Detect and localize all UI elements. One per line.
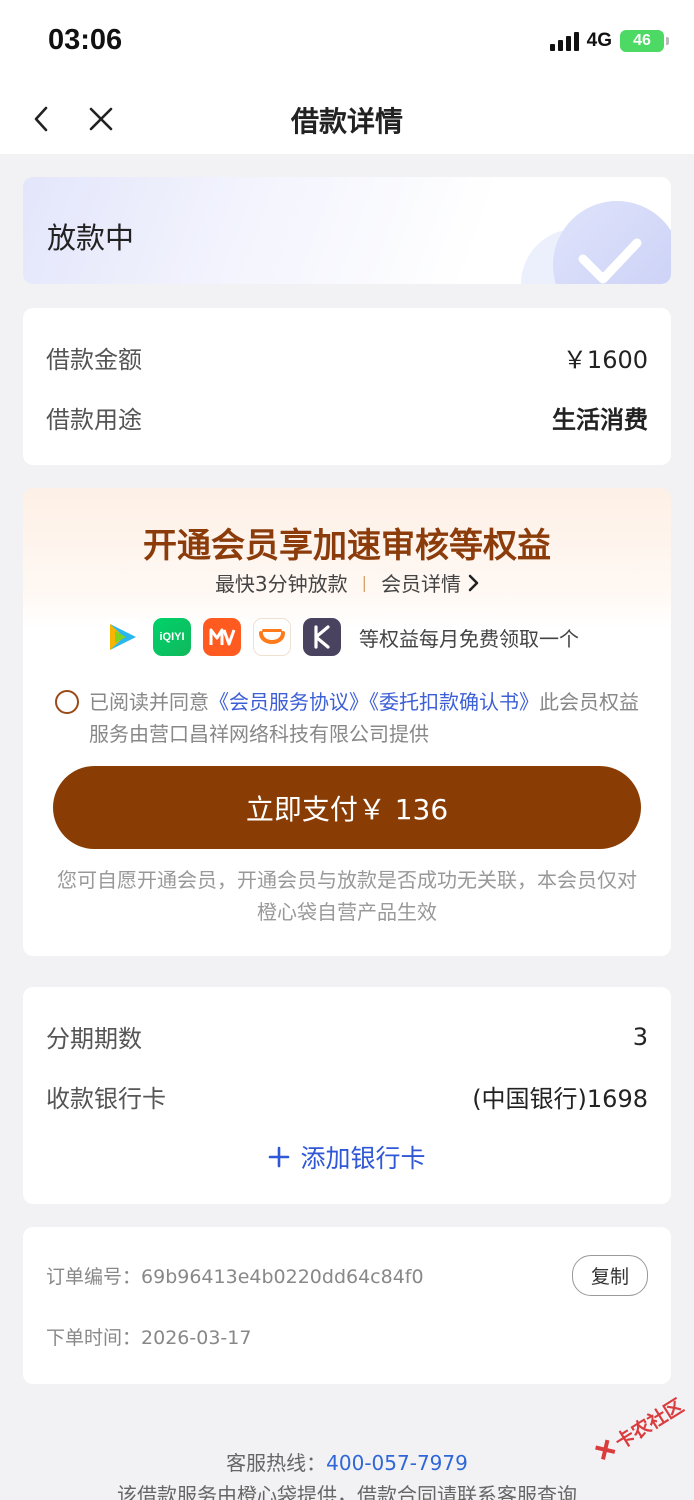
- loan-amount-row: 借款金额 ￥1600: [46, 340, 648, 375]
- nav-bar: 借款详情: [0, 84, 694, 154]
- debit-confirmation-link[interactable]: 《委托扣款确认书》: [369, 690, 539, 714]
- keep-icon: [303, 618, 341, 656]
- benefit-icons: iQIYI 等权益每月免费领取一个: [103, 618, 579, 656]
- service-note: 该借款服务由橙心袋提供，借款合同请联系客服查询: [117, 1483, 577, 1500]
- benefit-text: 等权益每月免费领取一个: [359, 626, 579, 651]
- loan-amount-label: 借款金额: [46, 346, 142, 374]
- order-time-value: 2026-03-17: [141, 1327, 252, 1349]
- footer: 客服热线：400-057-7979 该借款服务由橙心袋提供，借款合同请联系客服查…: [0, 1447, 694, 1500]
- order-number-label: 订单编号：: [46, 1266, 142, 1288]
- bank-card-value: (中国银行)1698: [472, 1085, 648, 1113]
- agree-prefix: 已阅读并同意: [89, 690, 209, 714]
- divider: |: [361, 573, 368, 592]
- pay-now-button[interactable]: 立即支付￥ 136: [53, 766, 641, 849]
- service-agreement-link[interactable]: 《会员服务协议》: [209, 690, 369, 714]
- signal-icon: [549, 31, 579, 51]
- battery-level: 46: [633, 32, 651, 49]
- agree-radio[interactable]: [55, 690, 79, 714]
- plus-icon: [269, 1146, 290, 1168]
- loan-purpose-value: 生活消费: [552, 406, 648, 434]
- add-bank-card-label: 添加银行卡: [300, 1144, 426, 1173]
- clock: 03:06: [48, 24, 123, 56]
- order-number-row: 订单编号：69b96413e4b0220dd64c84f0 复制: [46, 1255, 648, 1296]
- tencent-video-icon: [103, 618, 141, 656]
- agreement-row: 已阅读并同意《会员服务协议》《委托扣款确认书》此会员权益服务由营口昌祥网络科技有…: [55, 686, 645, 750]
- installment-card: 分期期数 3 收款银行卡 (中国银行)1698 添加银行卡: [23, 987, 671, 1204]
- copy-button[interactable]: 复制: [571, 1255, 648, 1296]
- watermark-text: 卡农社区: [611, 1394, 688, 1454]
- membership-disclaimer: 您可自愿开通会员，开通会员与放款是否成功无关联，本会员仅对橙心袋自营产品生效: [57, 868, 637, 924]
- didi-icon: [253, 618, 291, 656]
- chevron-right-icon: [468, 574, 479, 591]
- period-value: 3: [632, 1022, 648, 1051]
- loan-purpose-label: 借款用途: [46, 406, 142, 434]
- membership-title: 开通会员享加速审核等权益: [143, 526, 551, 566]
- member-detail-label: 会员详情: [381, 572, 462, 596]
- agreement-text: 已阅读并同意《会员服务协议》《委托扣款确认书》此会员权益服务由营口昌祥网络科技有…: [89, 686, 645, 750]
- hotline-label: 客服热线：: [226, 1451, 327, 1475]
- network-type: 4G: [586, 30, 612, 51]
- order-time-row: 下单时间：2026-03-17: [46, 1323, 648, 1350]
- period-row: 分期期数 3: [46, 1019, 648, 1054]
- loan-status-card: 放款中: [23, 177, 671, 284]
- page-title: 借款详情: [290, 105, 403, 138]
- loan-status: 放款中: [47, 221, 135, 255]
- order-info-card: 订单编号：69b96413e4b0220dd64c84f0 复制 下单时间：20…: [23, 1227, 671, 1384]
- hotline-number[interactable]: 400-057-7979: [326, 1451, 468, 1475]
- speed-text: 最快3分钟放款: [214, 572, 348, 596]
- loan-purpose-row: 借款用途 生活消费: [46, 400, 648, 435]
- bank-card-row[interactable]: 收款银行卡 (中国银行)1698: [46, 1079, 648, 1114]
- membership-subline: 最快3分钟放款 | 会员详情: [23, 568, 671, 597]
- check-badge-icon: [553, 201, 671, 284]
- iqiyi-icon: iQIYI: [153, 618, 191, 656]
- loan-amount-value: ￥1600: [562, 346, 648, 374]
- membership-card: 开通会员享加速审核等权益 最快3分钟放款 | 会员详情 iQIYI 等权益每月免…: [23, 488, 671, 956]
- order-time-label: 下单时间：: [46, 1327, 142, 1349]
- order-number-value: 69b96413e4b0220dd64c84f0: [141, 1266, 424, 1288]
- member-detail-link[interactable]: 会员详情: [381, 568, 479, 597]
- mango-tv-icon: [203, 618, 241, 656]
- status-indicators: 4G 46: [549, 30, 669, 52]
- add-bank-card-button[interactable]: 添加银行卡: [23, 1139, 671, 1175]
- bank-card-label: 收款银行卡: [46, 1085, 166, 1113]
- status-bar: 03:06 4G 46: [0, 0, 694, 84]
- loan-info-card: 借款金额 ￥1600 借款用途 生活消费: [23, 308, 671, 465]
- hotline-line: 客服热线：400-057-7979: [0, 1447, 694, 1479]
- period-label: 分期期数: [46, 1025, 142, 1053]
- order-number: 订单编号：69b96413e4b0220dd64c84f0: [46, 1262, 424, 1289]
- order-time: 下单时间：2026-03-17: [46, 1323, 251, 1350]
- battery-icon: 46: [620, 30, 669, 52]
